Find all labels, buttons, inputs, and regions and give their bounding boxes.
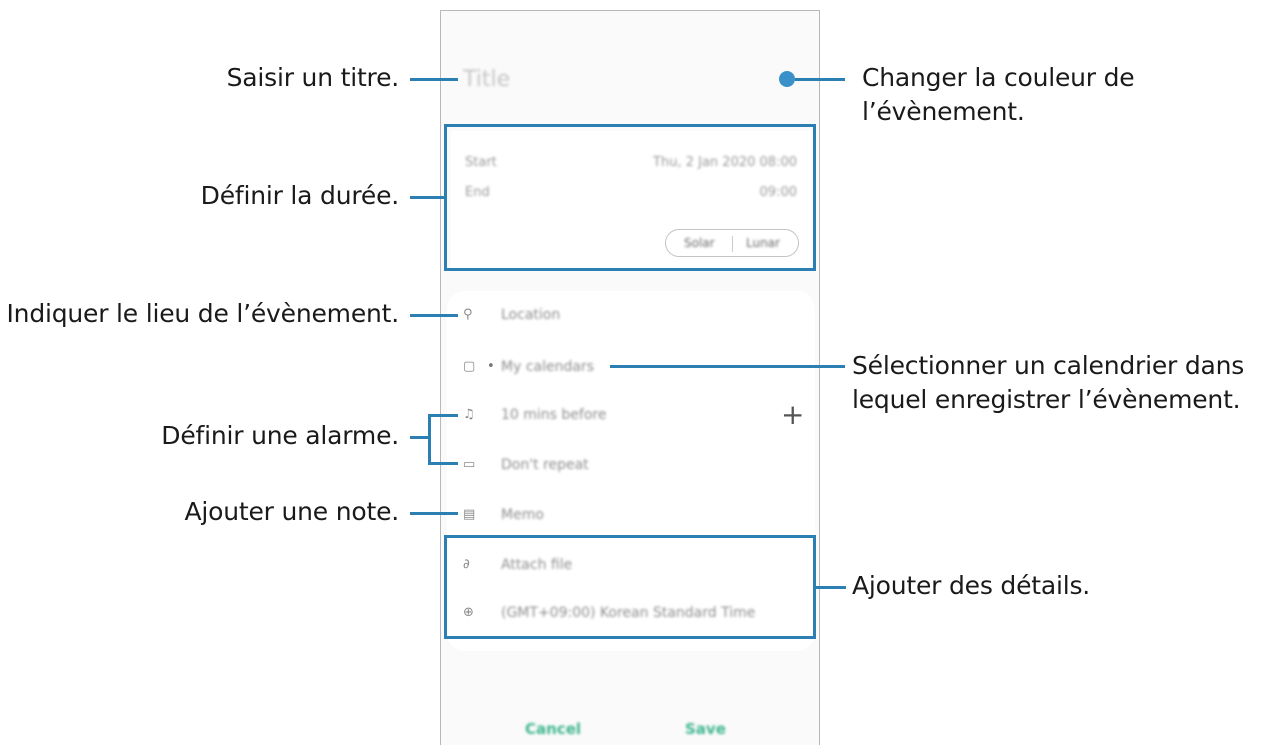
- alarm-bracket-top: [428, 414, 458, 417]
- location-pin-icon: ⚲: [463, 307, 473, 322]
- alarm-callout-line: [410, 436, 428, 439]
- alarm-bracket-line: [428, 414, 431, 464]
- details-callout-line: [816, 586, 846, 589]
- cancel-button[interactable]: Cancel: [525, 720, 581, 738]
- memo-icon: ▤: [463, 507, 476, 522]
- alarm-callout: Définir une alarme.: [161, 421, 399, 450]
- add-reminder-icon[interactable]: +: [781, 401, 804, 429]
- calendar-callout-line1: Sélectionner un calendrier dans: [852, 351, 1245, 380]
- save-button[interactable]: Save: [685, 720, 726, 738]
- repeat-selector[interactable]: Don't repeat: [501, 457, 589, 473]
- details-callout: Ajouter des détails.: [852, 571, 1091, 600]
- reminder-selector[interactable]: 10 mins before: [501, 407, 606, 423]
- title-callout-line: [410, 78, 458, 81]
- alarm-bracket-bottom: [428, 462, 458, 465]
- calendar-icon: ▢: [463, 359, 476, 374]
- calendar-selector[interactable]: My calendars: [501, 359, 594, 375]
- location-callout: Indiquer le lieu de l’évènement.: [6, 299, 400, 328]
- title-callout: Saisir un titre.: [226, 63, 400, 92]
- memo-input[interactable]: Memo: [501, 507, 544, 523]
- repeat-icon: ▭: [463, 457, 476, 472]
- calendar-callout-line: [610, 365, 845, 368]
- duration-highlight: [444, 124, 816, 271]
- color-callout-line1: Changer la couleur de: [862, 63, 1135, 92]
- details-highlight: [444, 535, 816, 639]
- location-callout-line: [410, 314, 458, 317]
- color-callout-line2: l’évènement.: [862, 97, 1025, 126]
- calendar-callout-line2: lequel enregistrer l’évènement.: [852, 385, 1241, 414]
- note-callout-line: [410, 512, 458, 515]
- location-input[interactable]: Location: [501, 307, 560, 323]
- event-color-picker[interactable]: [779, 71, 795, 87]
- note-callout: Ajouter une note.: [184, 497, 400, 526]
- color-callout-line: [795, 78, 845, 81]
- event-title-input[interactable]: Title: [463, 67, 510, 92]
- duration-callout-line: [410, 196, 444, 199]
- calendar-color-dot-icon: •: [487, 359, 495, 374]
- bell-icon: ♫: [463, 407, 475, 422]
- duration-callout: Définir la durée.: [200, 181, 400, 210]
